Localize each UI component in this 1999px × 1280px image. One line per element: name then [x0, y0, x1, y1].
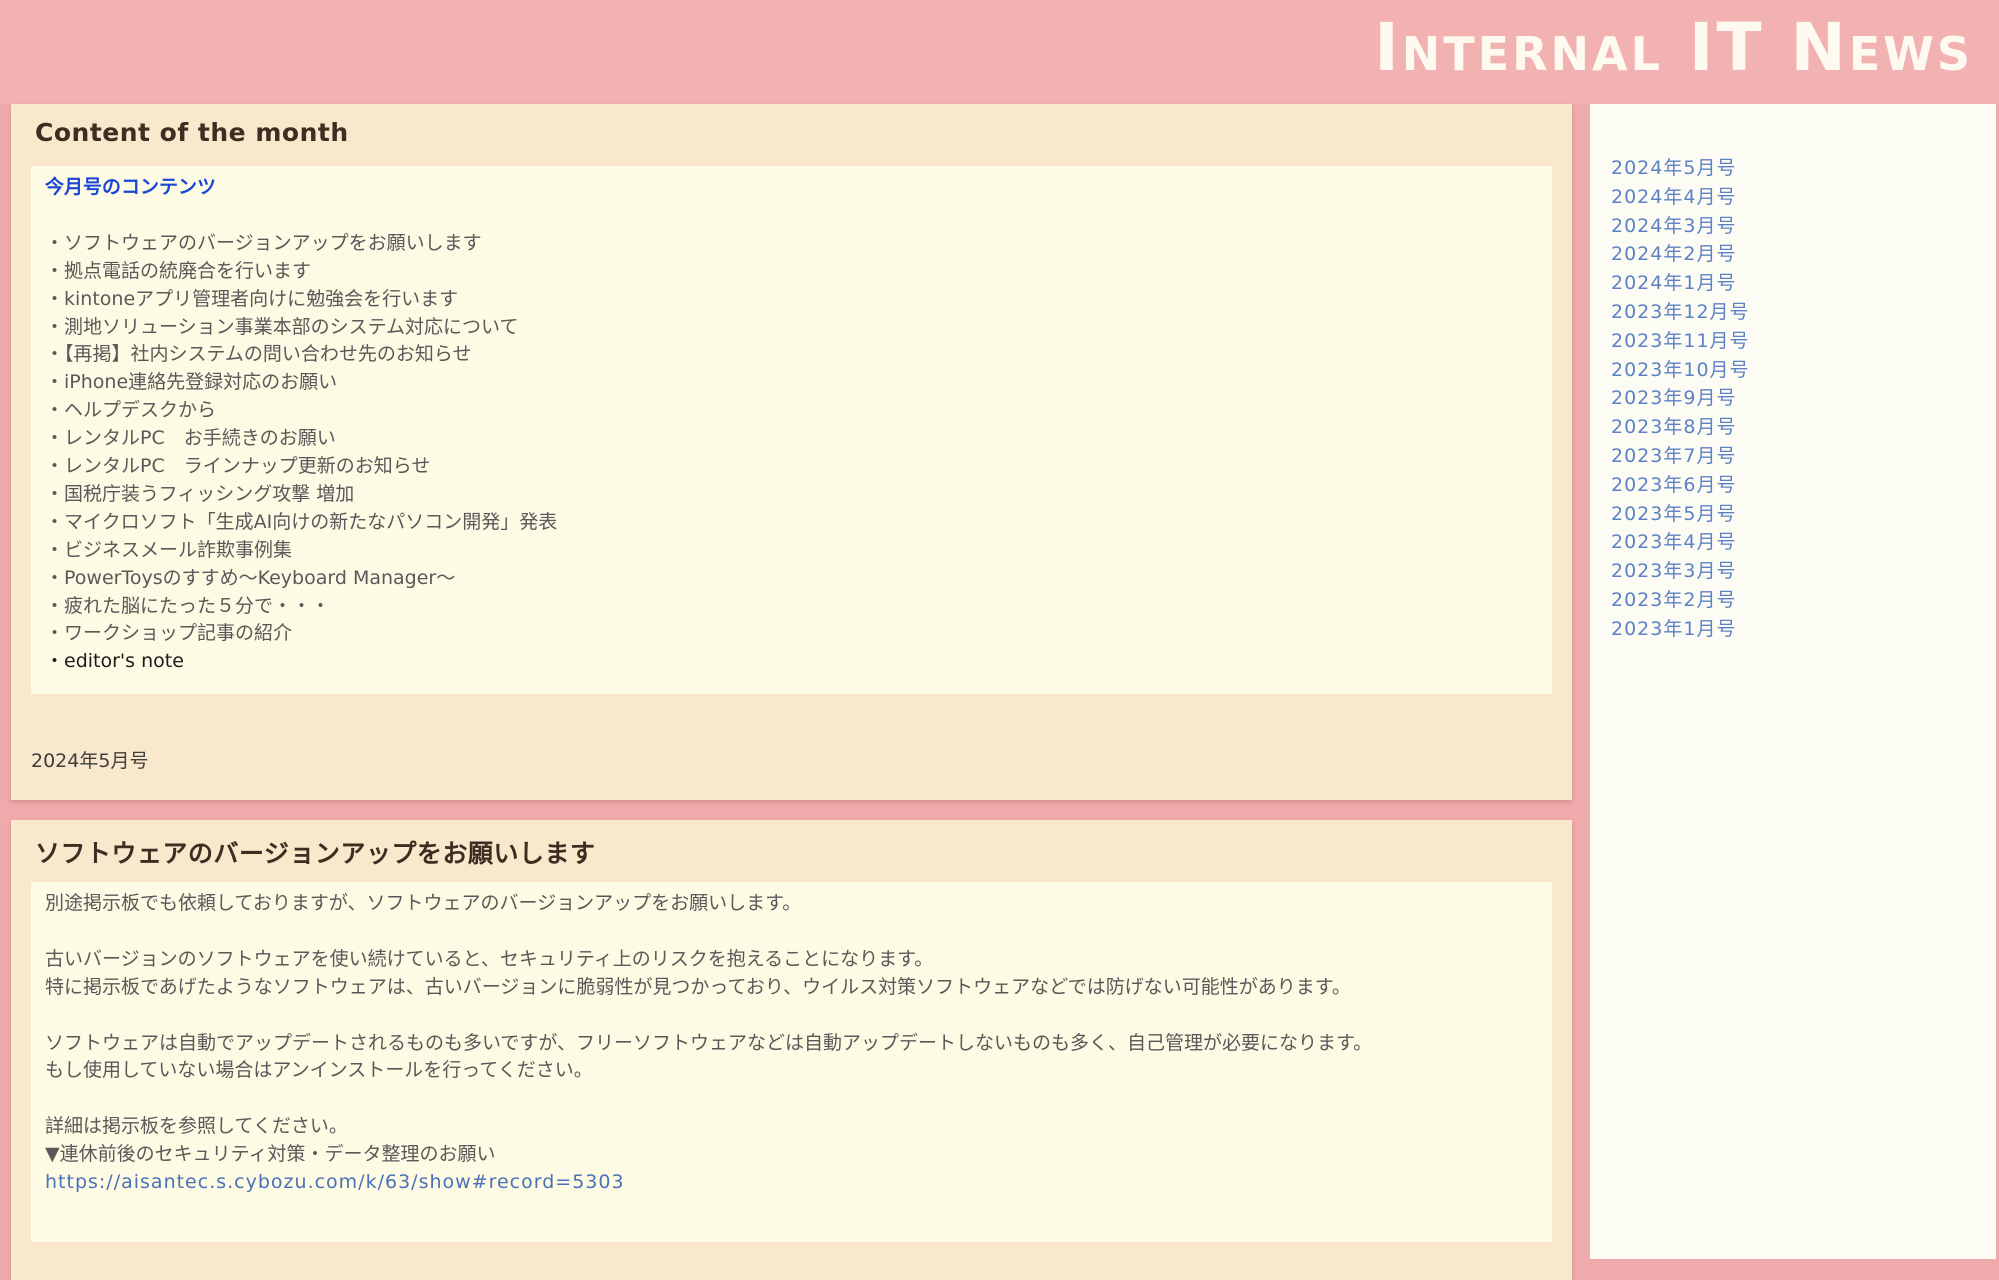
list-item: ・ソフトウェアのバージョンアップをお願いします	[45, 231, 482, 254]
list-item: ・ヘルプデスクから	[45, 399, 217, 422]
main-content: Content of the month 今月号のコンテンツ ・ソフトウェアのバ…	[11, 104, 1572, 1280]
archive-link[interactable]: 2023年3月号	[1611, 557, 1750, 586]
archive-link[interactable]: 2023年1月号	[1611, 615, 1750, 644]
archive-list: 2024年5月号 2024年4月号 2024年3月号 2024年2月号 2024…	[1611, 154, 1750, 644]
archive-link[interactable]: 2023年9月号	[1611, 384, 1750, 413]
archive-link[interactable]: 2023年5月号	[1611, 500, 1750, 529]
contents-panel: 今月号のコンテンツ ・ソフトウェアのバージョンアップをお願いします ・拠点電話の…	[31, 166, 1552, 694]
archive-link[interactable]: 2024年1月号	[1611, 269, 1750, 298]
list-item: ・国税庁装うフィッシング攻撃 増加	[45, 482, 355, 505]
list-item: ・マイクロソフト「生成AI向けの新たなパソコン開発」発表	[45, 510, 558, 533]
list-item: ・拠点電話の統廃合を行います	[45, 259, 312, 282]
archive-link[interactable]: 2023年6月号	[1611, 471, 1750, 500]
archive-link[interactable]: 2024年3月号	[1611, 212, 1750, 241]
archive-link[interactable]: 2023年12月号	[1611, 298, 1750, 327]
archive-link[interactable]: 2023年2月号	[1611, 586, 1750, 615]
archive-link[interactable]: 2023年7月号	[1611, 442, 1750, 471]
archive-link[interactable]: 2023年4月号	[1611, 528, 1750, 557]
issue-date: 2024年5月号	[31, 750, 149, 772]
archive-sidebar: 2024年5月号 2024年4月号 2024年3月号 2024年2月号 2024…	[1590, 104, 1996, 1259]
article-paragraph: ソフトウェアは自動でアップデートされるものも多いですが、フリーソフトウェアなどは…	[45, 1031, 1373, 1054]
list-item: ・レンタルPC お手続きのお願い	[45, 427, 336, 450]
list-item: ・iPhone連絡先登録対応のお願い	[45, 371, 338, 394]
record-link[interactable]: https://aisantec.s.cybozu.com/k/63/show#…	[45, 1169, 1538, 1197]
archive-link[interactable]: 2023年10月号	[1611, 356, 1750, 385]
content-of-month-card: Content of the month 今月号のコンテンツ ・ソフトウェアのバ…	[11, 104, 1572, 800]
list-item: ・疲れた脳にたった５分で・・・	[45, 594, 331, 617]
list-item: ・editor's note	[45, 650, 184, 673]
list-item: ・ワークショップ記事の紹介	[45, 622, 293, 645]
article-paragraph: 古いバージョンのソフトウェアを使い続けていると、セキュリティ上のリスクを抱えるこ…	[45, 947, 934, 970]
article-paragraph: 詳細は掲示板を参照してください。	[45, 1115, 348, 1138]
article-paragraph: 別途掲示板でも依頼しておりますが、ソフトウェアのバージョンアップをお願いします。	[45, 892, 802, 914]
list-item: ・【再掲】社内システムの問い合わせ先のお知らせ	[45, 343, 472, 366]
archive-link[interactable]: 2023年8月号	[1611, 413, 1750, 442]
archive-link[interactable]: 2024年2月号	[1611, 240, 1750, 269]
list-item: ・測地ソリューション事業本部のシステム対応について	[45, 315, 519, 338]
site-header: Internal IT News	[0, 0, 1999, 104]
archive-link[interactable]: 2023年11月号	[1611, 327, 1750, 356]
monthly-contents-link[interactable]: 今月号のコンテンツ	[45, 174, 1538, 202]
list-item: ・PowerToysのすすめ～Keyboard Manager～	[45, 566, 456, 589]
card-heading: Content of the month	[35, 118, 349, 147]
list-item: ・ビジネスメール詐欺事例集	[45, 538, 293, 561]
list-item: ・kintoneアプリ管理者向けに勉強会を行います	[45, 287, 459, 310]
article-heading: ソフトウェアのバージョンアップをお願いします	[35, 839, 596, 868]
list-item: ・レンタルPC ラインナップ更新のお知らせ	[45, 455, 431, 478]
archive-link[interactable]: 2024年5月号	[1611, 154, 1750, 183]
article-paragraph: もし使用していない場合はアンインストールを行ってください。	[45, 1059, 593, 1082]
software-update-article-card: ソフトウェアのバージョンアップをお願いします 別途掲示板でも依頼しておりますが、…	[11, 820, 1572, 1280]
article-paragraph: 特に掲示板であげたようなソフトウェアは、古いバージョンに脆弱性が見つかっており、…	[45, 975, 1351, 998]
archive-link[interactable]: 2024年4月号	[1611, 183, 1750, 212]
site-title: Internal IT News	[1374, 9, 1973, 86]
article-paragraph: ▼連休前後のセキュリティ対策・データ整理のお願い	[45, 1143, 496, 1166]
article-body: 別途掲示板でも依頼しておりますが、ソフトウェアのバージョンアップをお願いします。…	[31, 882, 1552, 1242]
